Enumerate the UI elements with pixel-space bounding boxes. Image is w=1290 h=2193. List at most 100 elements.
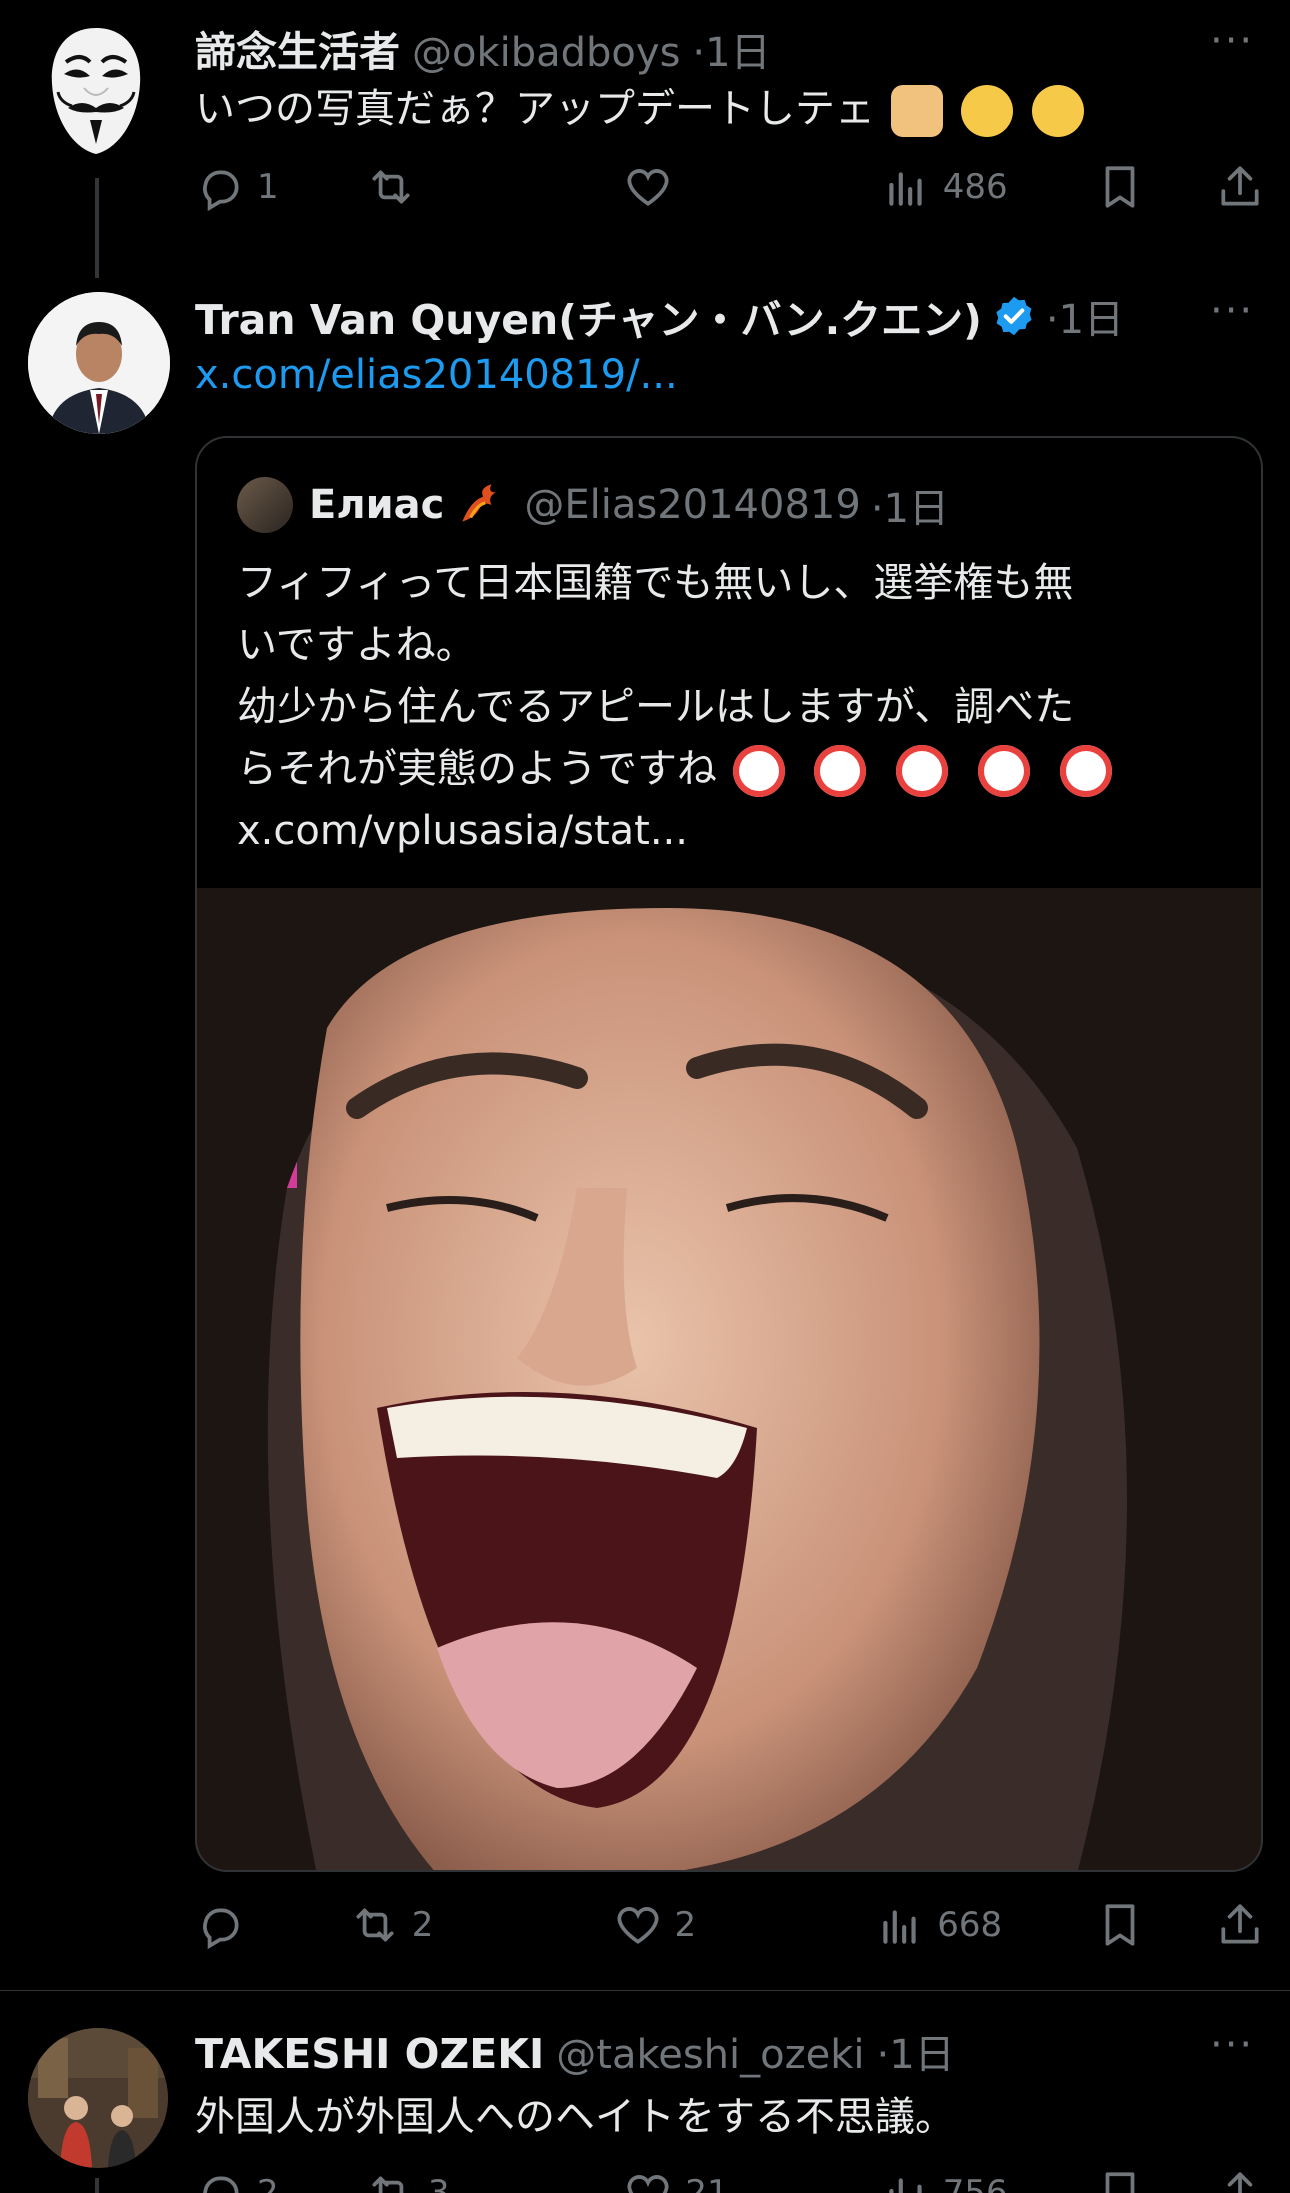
rolling-on-floor-laughing-icon <box>1032 85 1085 137</box>
action-group-right <box>1095 2168 1265 2193</box>
share-button[interactable] <box>1215 2168 1265 2193</box>
display-name[interactable]: 諦念生活者 <box>195 18 400 78</box>
retweet-icon <box>356 1908 394 1942</box>
tweet-header: Tran Van Quyen(チャン・バン.クエン) ·1日 <box>195 286 1124 346</box>
more-options-icon[interactable]: ··· <box>1210 18 1254 64</box>
quote-link[interactable]: x.com/vplusasia/stat... <box>237 800 1237 862</box>
retweet-count: 2 <box>411 1905 434 1945</box>
like-button[interactable]: 2 <box>613 1900 783 1950</box>
bookmark-button[interactable] <box>1095 2168 1145 2193</box>
view-count: 486 <box>942 167 1008 207</box>
username[interactable]: @okibadboys <box>412 30 680 76</box>
bookmark-icon <box>1105 1904 1135 1946</box>
quote-avatar[interactable] <box>237 477 293 533</box>
quoted-tweet[interactable]: Елиас @Elias20140819 ·1日 フィフィって日本国籍でも無いし… <box>195 436 1263 1872</box>
quote-display-name[interactable]: Елиас <box>309 482 444 528</box>
display-name[interactable]: TAKESHI OZEKI <box>195 2030 544 2078</box>
reply-count: 1 <box>257 167 279 207</box>
views-button[interactable]: 756 <box>881 2168 1008 2193</box>
quote-text-line: いですよね。 <box>237 622 476 668</box>
avatar[interactable] <box>28 292 170 434</box>
views-button[interactable]: 486 <box>881 162 1008 212</box>
thread-line <box>95 178 99 278</box>
views-icon <box>883 1910 916 1944</box>
retweet-button[interactable] <box>366 162 536 212</box>
profile-photo <box>28 292 170 434</box>
share-icon <box>1221 166 1259 206</box>
views-icon <box>889 172 922 206</box>
clown-face-icon <box>977 745 1030 797</box>
quote-text-line: フィフィって日本国籍でも無いし、選挙権も無 <box>237 560 1074 606</box>
reply-button[interactable]: 2 <box>195 2168 279 2193</box>
tweet-link[interactable]: x.com/elias20140819/... <box>195 352 678 398</box>
timestamp[interactable]: ·1日 <box>692 20 770 78</box>
reply-icon <box>203 2176 239 2193</box>
views-button[interactable]: 668 <box>875 1900 1002 1950</box>
like-button[interactable] <box>623 162 793 212</box>
action-group-right <box>1095 1900 1265 1950</box>
username[interactable]: @takeshi_ozeki <box>556 2032 864 2078</box>
views-icon <box>889 2178 922 2193</box>
reply-button[interactable]: 1 <box>195 162 279 212</box>
display-name[interactable]: Tran Van Quyen(チャン・バン.クエン) <box>195 286 982 346</box>
tweet-text: いつの写真だぁ？アップデートしテェ <box>195 86 875 132</box>
share-button[interactable] <box>1215 1900 1265 1950</box>
quote-username[interactable]: @Elias20140819 <box>524 482 860 528</box>
quote-timestamp[interactable]: ·1日 <box>871 476 949 534</box>
tweet-actions: 2 3 21 756 <box>195 2168 1265 2193</box>
tweet-actions: 2 2 668 <box>195 1900 1265 1950</box>
bookmark-button[interactable] <box>1095 162 1145 212</box>
folded-hands-icon <box>890 85 943 137</box>
reply-count: 2 <box>257 2173 279 2193</box>
bookmark-icon <box>1105 2172 1135 2193</box>
tweet-divider <box>0 1990 1290 1991</box>
retweet-icon <box>372 170 410 204</box>
retweet-count: 3 <box>428 2173 450 2193</box>
reply-button[interactable] <box>195 1900 257 1950</box>
quote-text-line: 幼少から住んでるアピールはしますが、調べた <box>237 684 1075 730</box>
bookmark-icon <box>1105 166 1135 208</box>
like-count: 21 <box>685 2173 729 2193</box>
profile-photo <box>28 2028 168 2168</box>
clown-face-icon <box>1059 745 1112 797</box>
action-group-right <box>1095 162 1265 212</box>
timestamp[interactable]: ·1日 <box>1046 287 1124 345</box>
like-count: 2 <box>674 1905 697 1945</box>
share-icon <box>1221 1904 1259 1944</box>
clown-face-icon <box>814 745 867 797</box>
avatar[interactable] <box>28 22 164 158</box>
quote-text-line-emoji: らそれが実態のようですね <box>237 738 1237 800</box>
heart-icon <box>627 169 669 206</box>
quote-image[interactable] <box>197 888 1261 1870</box>
retweet-button[interactable]: 2 <box>350 1900 520 1950</box>
reply-icon <box>203 170 239 212</box>
tweet-header: TAKESHI OZEKI @takeshi_ozeki ·1日 <box>195 2022 955 2080</box>
phoenix-icon <box>462 484 497 522</box>
thread-line <box>95 2178 99 2193</box>
tweet-header: 諦念生活者 @okibadboys ·1日 <box>195 18 771 78</box>
quote-text: フィフィって日本国籍でも無いし、選挙権も無 いですよね。 幼少から住んでるアピー… <box>237 552 1237 862</box>
heart-icon <box>627 2175 669 2193</box>
heart-icon <box>617 1907 659 1944</box>
tweet-actions: 1 486 <box>195 162 1265 212</box>
quote-header: Елиас @Elias20140819 ·1日 <box>237 476 949 534</box>
tweet-text-row: いつの写真だぁ？アップデートしテェ <box>195 78 1087 140</box>
retweet-button[interactable]: 3 <box>366 2168 536 2193</box>
clown-face-icon <box>732 745 785 797</box>
laughing-woman-photo <box>197 888 1261 1870</box>
tweet-text: 外国人が外国人へのヘイトをする不思議。 <box>195 2094 955 2140</box>
share-icon <box>1227 2172 1253 2193</box>
more-options-icon[interactable]: ··· <box>1210 288 1254 334</box>
quote-text-line: らそれが実態のようですね <box>237 746 717 792</box>
avatar[interactable] <box>28 2028 168 2168</box>
bookmark-button[interactable] <box>1095 1900 1145 1950</box>
more-options-icon[interactable]: ··· <box>1210 2022 1254 2068</box>
retweet-icon <box>372 2176 404 2193</box>
like-button[interactable]: 21 <box>623 2168 793 2193</box>
clown-face-icon <box>896 745 949 797</box>
share-button[interactable] <box>1215 162 1265 212</box>
timestamp[interactable]: ·1日 <box>876 2022 954 2080</box>
verified-badge-icon <box>996 296 1032 336</box>
view-count: 756 <box>942 2173 1008 2193</box>
hand-over-mouth-icon <box>961 85 1014 137</box>
